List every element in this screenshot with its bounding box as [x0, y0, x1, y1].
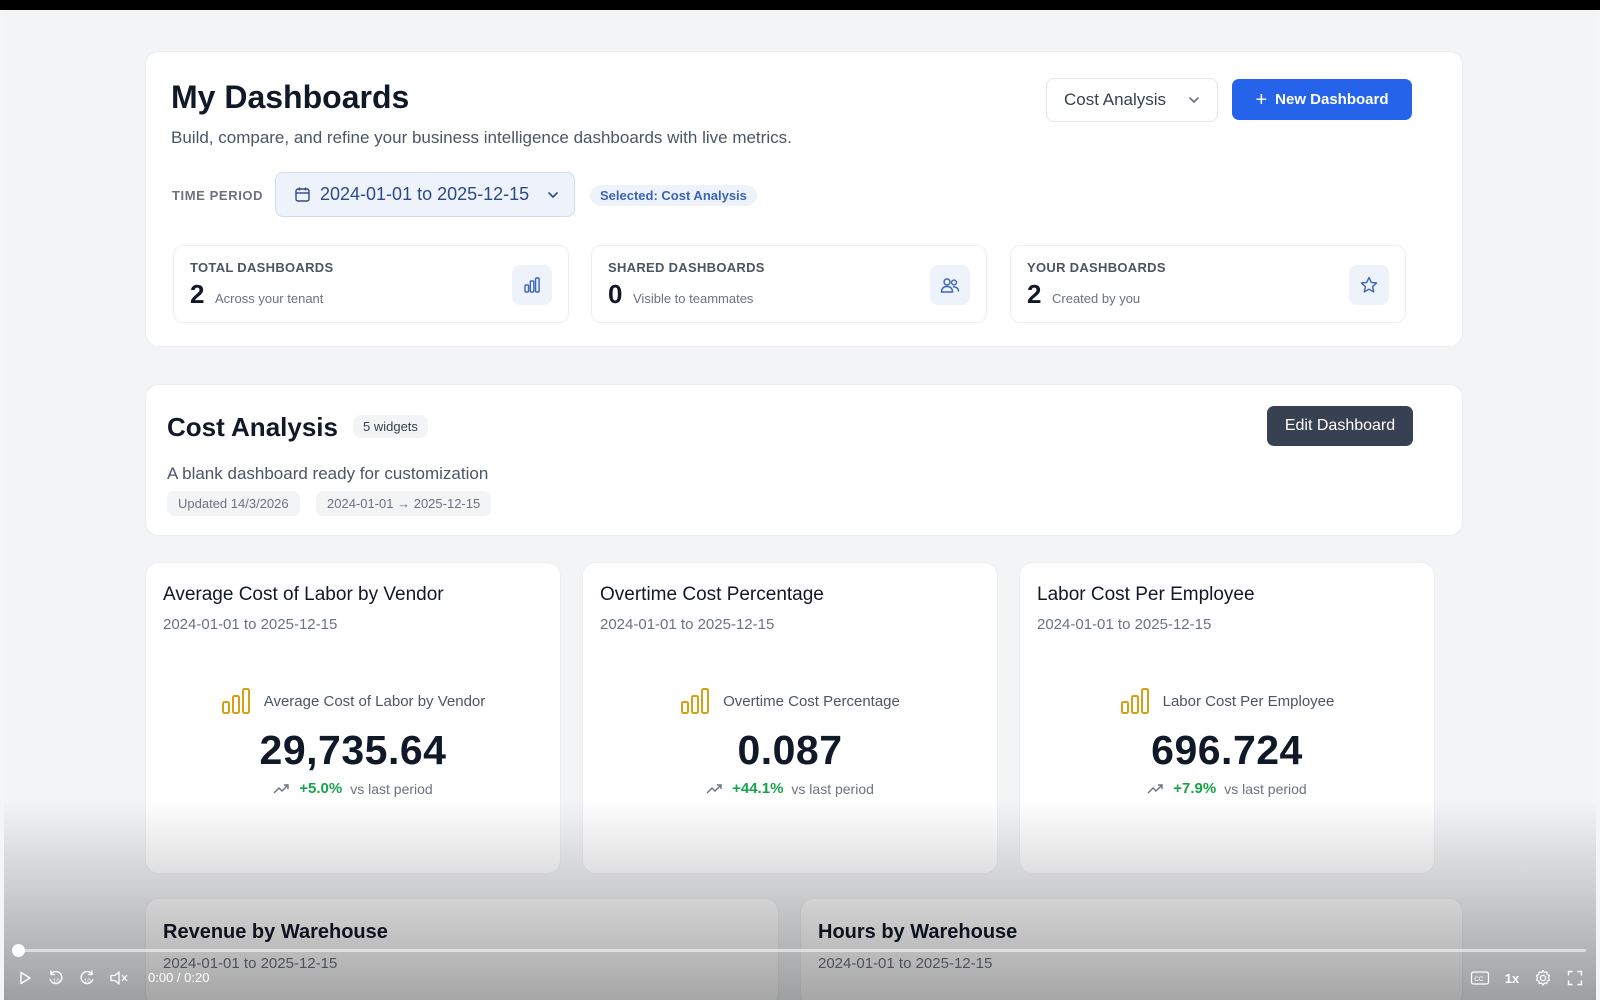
stat-value: 2 — [1027, 279, 1042, 309]
dashboard-info-card: Cost Analysis 5 widgets A blank dashboar… — [145, 384, 1463, 536]
widget-value: 696.724 — [1151, 727, 1303, 773]
svg-text:10: 10 — [84, 979, 91, 985]
widget-title: Overtime Cost Percentage — [600, 584, 824, 605]
bar-chart-icon — [1120, 688, 1149, 714]
stat-label: SHARED DASHBOARDS — [608, 260, 765, 275]
star-icon — [1349, 265, 1389, 305]
svg-text:CC: CC — [1474, 976, 1484, 983]
widget-date: 2024-01-01 to 2025-12-15 — [1037, 616, 1212, 633]
widget-title: Labor Cost Per Employee — [1037, 584, 1255, 605]
bar-chart-icon — [681, 688, 710, 714]
widget-date: 2024-01-01 to 2025-12-15 — [600, 616, 775, 633]
stat-desc: Created by you — [1052, 291, 1141, 306]
date-range-value: 2024-01-01 to 2025-12-15 — [320, 184, 530, 204]
top-black-bar — [0, 0, 1600, 10]
stat-desc: Across your tenant — [215, 291, 324, 306]
widget-date: 2024-01-01 to 2025-12-15 — [163, 616, 338, 633]
stat-your-dashboards: YOUR DASHBOARDS 2 Created by you — [1010, 245, 1406, 323]
widget-change: +44.1% — [732, 780, 784, 797]
range-tag: 2024-01-01 → 2025-12-15 — [316, 491, 492, 516]
time-period-label: TIME PERIOD — [172, 188, 264, 203]
dashboard-title: Cost Analysis — [167, 412, 338, 442]
dashboard-select[interactable]: Cost Analysis — [1046, 78, 1218, 122]
widget-card[interactable]: Overtime Cost Percentage 2024-01-01 to 2… — [582, 562, 998, 874]
chevron-down-icon — [1189, 97, 1199, 103]
play-icon[interactable] — [14, 966, 36, 990]
dashboard-description: A blank dashboard ready for customizatio… — [167, 464, 489, 483]
trend-up-icon — [273, 783, 289, 793]
stat-value: 2 — [190, 279, 205, 309]
widget-value: 0.087 — [737, 727, 843, 773]
progress-bar[interactable] — [18, 949, 1586, 952]
page-title: My Dashboards — [171, 79, 410, 115]
video-controls: 10 10 0:00 / 0:20 CC 1x — [0, 920, 1600, 1000]
captions-icon[interactable]: CC — [1468, 966, 1492, 990]
video-frame: My Dashboards Build, compare, and refine… — [4, 10, 1596, 1000]
playback-speed[interactable]: 1x — [1500, 966, 1524, 990]
widget-metric-name: Overtime Cost Percentage — [723, 692, 900, 710]
updated-tag: Updated 14/3/2026 — [167, 491, 300, 516]
widget-vs-label: vs last period — [1224, 780, 1307, 797]
new-dashboard-label: New Dashboard — [1275, 91, 1389, 108]
bar-chart-icon — [512, 265, 552, 305]
dashboards-header-card: My Dashboards Build, compare, and refine… — [145, 51, 1463, 347]
widget-kpi: Overtime Cost Percentage 0.087 +44.1% vs… — [583, 687, 997, 797]
stat-label: YOUR DASHBOARDS — [1027, 260, 1166, 275]
dashboard-select-value: Cost Analysis — [1064, 90, 1167, 109]
time-display: 0:00 / 0:20 — [148, 970, 210, 985]
widget-vs-label: vs last period — [350, 780, 433, 797]
selected-dashboard-pill: Selected: Cost Analysis — [590, 185, 757, 206]
widget-kpi: Average Cost of Labor by Vendor 29,735.6… — [146, 687, 560, 797]
trend-up-icon — [1147, 783, 1163, 793]
progress-knob[interactable] — [12, 944, 25, 957]
page-subtitle: Build, compare, and refine your business… — [171, 128, 792, 147]
stat-total-dashboards: TOTAL DASHBOARDS 2 Across your tenant — [173, 245, 569, 323]
gear-icon[interactable] — [1531, 966, 1555, 990]
edit-dashboard-button[interactable]: Edit Dashboard — [1267, 406, 1413, 446]
chevron-down-icon — [548, 191, 558, 198]
plus-icon: + — [1255, 88, 1268, 111]
forward-10-icon[interactable]: 10 — [76, 966, 98, 990]
widget-title: Average Cost of Labor by Vendor — [163, 584, 444, 605]
rewind-10-icon[interactable]: 10 — [45, 966, 67, 990]
mute-icon[interactable] — [108, 966, 130, 990]
widget-change: +7.9% — [1173, 780, 1217, 797]
widget-count-badge: 5 widgets — [353, 415, 428, 438]
stat-value: 0 — [608, 279, 623, 309]
stat-label: TOTAL DASHBOARDS — [190, 260, 334, 275]
svg-text:10: 10 — [53, 979, 60, 985]
widget-metric-name: Average Cost of Labor by Vendor — [263, 692, 486, 710]
stat-desc: Visible to teammates — [633, 291, 754, 306]
new-dashboard-button[interactable]: + New Dashboard — [1232, 79, 1412, 120]
fullscreen-icon[interactable] — [1563, 966, 1587, 990]
bar-chart-icon — [221, 688, 250, 714]
widget-card[interactable]: Labor Cost Per Employee 2024-01-01 to 20… — [1019, 562, 1435, 874]
widget-value: 29,735.64 — [259, 727, 447, 773]
users-icon — [930, 265, 970, 305]
calendar-icon — [295, 187, 310, 202]
widget-vs-label: vs last period — [791, 780, 874, 797]
trend-up-icon — [706, 783, 722, 793]
stat-shared-dashboards: SHARED DASHBOARDS 0 Visible to teammates — [591, 245, 987, 323]
date-range-picker[interactable]: 2024-01-01 to 2025-12-15 — [275, 172, 575, 217]
widget-change: +5.0% — [299, 780, 343, 797]
widget-kpi: Labor Cost Per Employee 696.724 +7.9% vs… — [1020, 687, 1434, 797]
widget-card[interactable]: Average Cost of Labor by Vendor 2024-01-… — [145, 562, 561, 874]
widget-metric-name: Labor Cost Per Employee — [1162, 692, 1335, 710]
